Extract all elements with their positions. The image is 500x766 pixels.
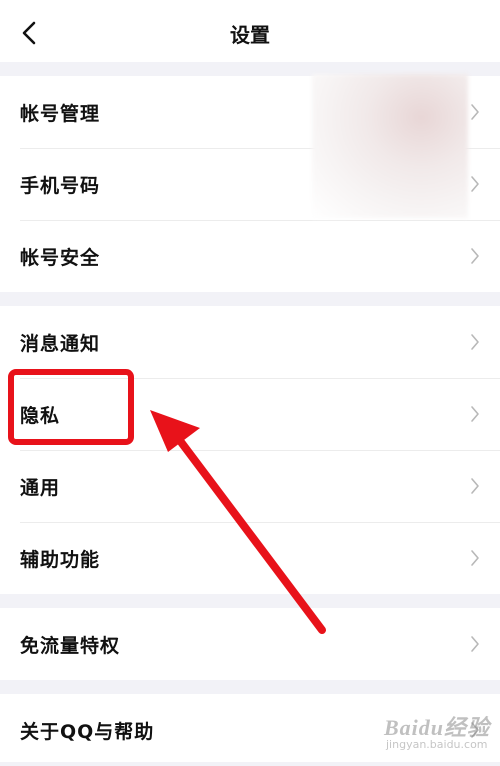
settings-item-label: 辅助功能 <box>20 548 101 571</box>
settings-item-free-data[interactable]: 免流量特权 <box>0 608 500 680</box>
settings-item-notifications[interactable]: 消息通知 <box>0 306 500 378</box>
chevron-right-icon <box>471 104 479 120</box>
settings-item-label: 消息通知 <box>20 332 101 355</box>
settings-group-about: 关于QQ与帮助 <box>0 694 500 762</box>
settings-item-label: 帐号管理 <box>20 102 101 125</box>
settings-item-label: 通用 <box>20 476 61 499</box>
chevron-right-icon <box>471 248 479 264</box>
chevron-right-icon <box>471 176 479 192</box>
settings-item-label: 免流量特权 <box>20 634 121 657</box>
settings-item-about-help[interactable]: 关于QQ与帮助 <box>0 694 500 766</box>
settings-item-label: 手机号码 <box>20 174 101 197</box>
chevron-right-icon <box>471 722 479 738</box>
chevron-right-icon <box>471 406 479 422</box>
chevron-right-icon <box>471 550 479 566</box>
highlight-box <box>8 369 134 445</box>
page-title: 设置 <box>230 22 270 47</box>
settings-item-label: 帐号安全 <box>20 246 101 269</box>
settings-item-label: 关于QQ与帮助 <box>20 720 155 743</box>
chevron-right-icon <box>471 478 479 494</box>
chevron-right-icon <box>471 334 479 350</box>
settings-item-general[interactable]: 通用 <box>0 450 500 522</box>
chevron-right-icon <box>471 636 479 652</box>
settings-group-data: 免流量特权 <box>0 608 500 680</box>
settings-item-accessibility[interactable]: 辅助功能 <box>0 522 500 594</box>
blurred-avatar-area <box>312 74 468 218</box>
settings-group-general: 消息通知 隐私 通用 辅助功能 <box>0 306 500 594</box>
settings-item-account-security[interactable]: 帐号安全 <box>0 220 500 292</box>
nav-bar: 设置 <box>0 0 500 62</box>
